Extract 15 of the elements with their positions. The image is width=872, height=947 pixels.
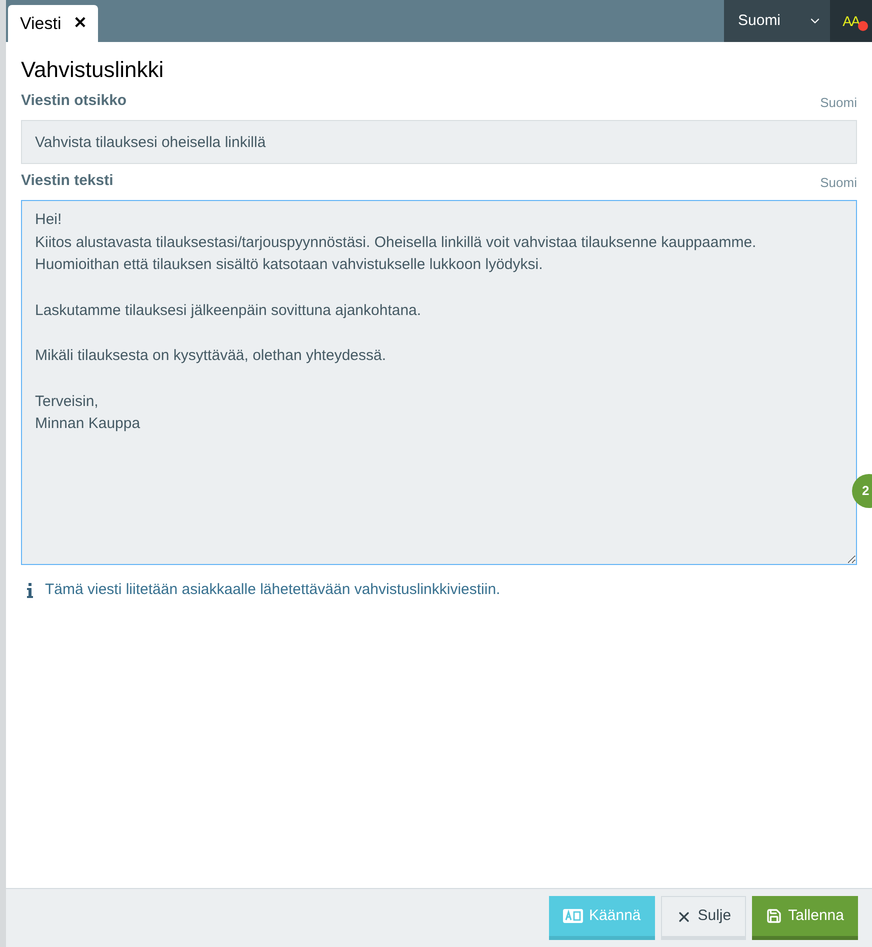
language-dropdown[interactable]: Suomi: [724, 0, 830, 42]
translate-icon: [563, 909, 584, 923]
info-icon: [27, 582, 33, 598]
message-field[interactable]: Hei! Kiitos alustavasta tilauksestasi/tarjouspyynnöstäsi. Oheisella linkillä voit vahvistaa tilauksenne kauppaamme. Huomioithan että tilauksen sisältö katsotaan vahvistukselle lukkoon lyödyksi. Laskutamme tilauksesi jälkeenpäin sovittuna ajankohtana. Mikäli tilauksesta on kysyttävää, olethan yhteydessä. Terveisin, Minnan Kauppa: [21, 200, 857, 565]
language-label: Suomi: [820, 94, 857, 112]
close-tab-icon[interactable]: ✕: [73, 12, 86, 36]
message-tab[interactable]: Viesti ✕: [8, 5, 98, 42]
close-button[interactable]: Sulje: [660, 896, 746, 940]
save-icon: [766, 908, 782, 924]
subject-field[interactable]: Vahvista tilauksesi oheisella linkillä: [21, 120, 857, 164]
field-label: Viestin otsikko: [21, 90, 127, 110]
language-label: Suomi: [820, 174, 857, 192]
info-text: Tämä viesti liitetään asiakkaalle lähetettävään vahvistuslinkkiviestiin.: [45, 580, 500, 600]
dialog-title: Vahvistuslinkki: [21, 56, 165, 84]
field-label: Viestin teksti: [21, 170, 114, 190]
